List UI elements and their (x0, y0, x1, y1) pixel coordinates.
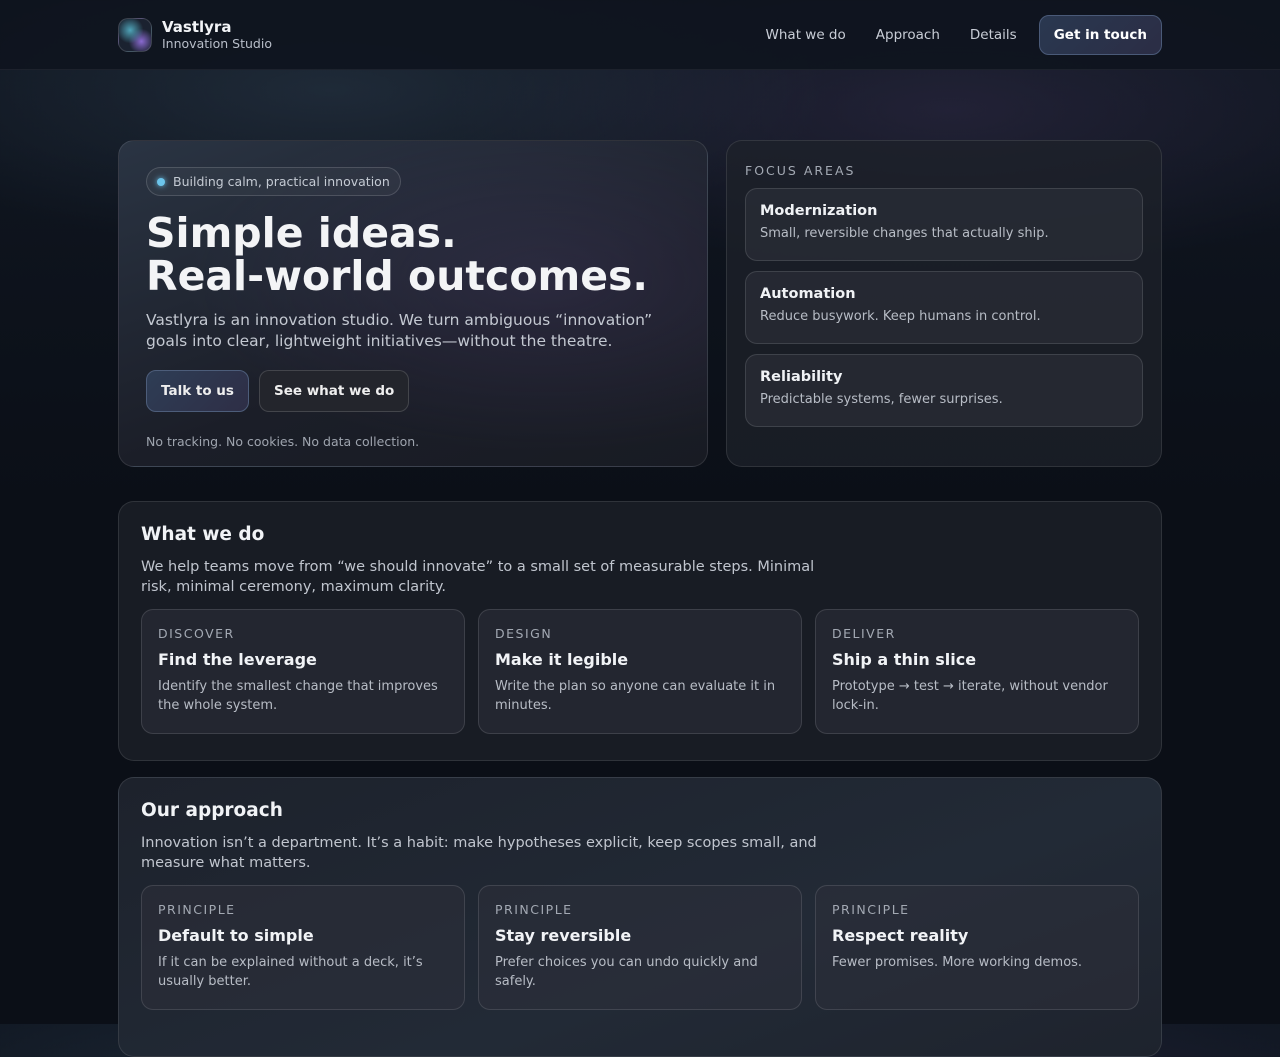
section-text: We help teams move from “we should innov… (141, 559, 815, 595)
card-desc: Identify the smallest change that improv… (158, 679, 438, 713)
card-kicker: PRINCIPLE (158, 902, 236, 917)
principle-card: PRINCIPLE Default to simple If it can be e… (141, 885, 465, 1010)
nav-details[interactable]: Details (970, 27, 1017, 43)
hero-title: Simple ideas. Real-world outcomes. (146, 212, 680, 298)
focus-areas-card: FOCUS AREAS Modernization Small, reversib… (726, 140, 1162, 467)
card-title: Default to simple (158, 926, 314, 945)
section-text: Innovation isn’t a department. It’s a ha… (141, 835, 817, 871)
focus-desc: Small, reversible changes that actually … (760, 226, 1049, 241)
service-card: DISCOVER Find the leverage Identify the sm… (141, 609, 465, 734)
card-desc: Fewer promises. More working demos. (832, 955, 1083, 970)
see-what-we-do-button[interactable]: See what we do (258, 370, 410, 412)
card-title: Stay reversible (495, 926, 632, 945)
focus-item: Automation Reduce busywork. Keep humans i… (745, 271, 1143, 344)
approach-section: Our approach Innovation isn’t a departme… (118, 777, 1162, 1057)
card-desc: Prototype → test → iterate, without vend… (832, 679, 1108, 713)
nav-approach[interactable]: Approach (876, 27, 940, 43)
nav-what-we-do[interactable]: What we do (766, 27, 846, 43)
focus-label: FOCUS AREAS (745, 163, 856, 178)
talk-to-us-button[interactable]: Talk to us (146, 370, 249, 412)
badge-text: Building calm, practical innovation (173, 174, 390, 189)
section-title: Our approach (141, 800, 283, 821)
card-desc: If it can be explained without a deck, i… (158, 955, 423, 989)
hero-card: Building calm, practical innovation Simp… (118, 140, 708, 467)
card-kicker: DELIVER (832, 626, 896, 641)
focus-desc: Predictable systems, fewer surprises. (760, 392, 1003, 407)
focus-title: Reliability (760, 369, 843, 385)
service-card: DESIGN Make it legible Write the plan so a… (478, 609, 802, 734)
privacy-note: No tracking. No cookies. No data collect… (146, 434, 420, 449)
focus-item: Modernization Small, reversible changes t… (745, 188, 1143, 261)
card-desc: Prefer choices you can undo quickly and … (495, 955, 758, 989)
card-title: Respect reality (832, 926, 969, 945)
service-card: DELIVER Ship a thin slice Prototype → test… (815, 609, 1139, 734)
title-line-1: Simple ideas. (146, 209, 457, 257)
status-dot-icon (157, 177, 165, 186)
card-title: Ship a thin slice (832, 650, 977, 669)
principle-card: PRINCIPLE Stay reversible Prefer choices y… (478, 885, 802, 1010)
hero-lead: Vastlyra is an innovation studio. We tur… (146, 311, 653, 350)
brand[interactable]: Vastlyra Innovation Studio (162, 18, 272, 51)
card-title: Make it legible (495, 650, 629, 669)
hero-badge: Building calm, practical innovation (146, 167, 401, 196)
card-kicker: DISCOVER (158, 626, 235, 641)
brand-tagline: Innovation Studio (162, 36, 272, 51)
focus-title: Modernization (760, 203, 878, 219)
focus-title: Automation (760, 286, 856, 302)
what-we-do-section: What we do We help teams move from “we s… (118, 501, 1162, 761)
card-title: Find the leverage (158, 650, 317, 669)
focus-item: Reliability Predictable systems, fewer su… (745, 354, 1143, 427)
principle-card: PRINCIPLE Respect reality Fewer promises. … (815, 885, 1139, 1010)
logo-icon (118, 17, 152, 52)
section-title: What we do (141, 524, 265, 545)
card-kicker: PRINCIPLE (495, 902, 573, 917)
top-nav: Vastlyra Innovation Studio What we do Ap… (0, 0, 1280, 70)
focus-desc: Reduce busywork. Keep humans in control. (760, 309, 1041, 324)
card-kicker: PRINCIPLE (832, 902, 910, 917)
title-line-2: Real-world outcomes. (146, 252, 648, 300)
card-desc: Write the plan so anyone can evaluate it… (495, 679, 776, 713)
get-in-touch-button[interactable]: Get in touch (1038, 14, 1162, 55)
card-kicker: DESIGN (495, 626, 553, 641)
brand-name: Vastlyra (162, 18, 232, 36)
